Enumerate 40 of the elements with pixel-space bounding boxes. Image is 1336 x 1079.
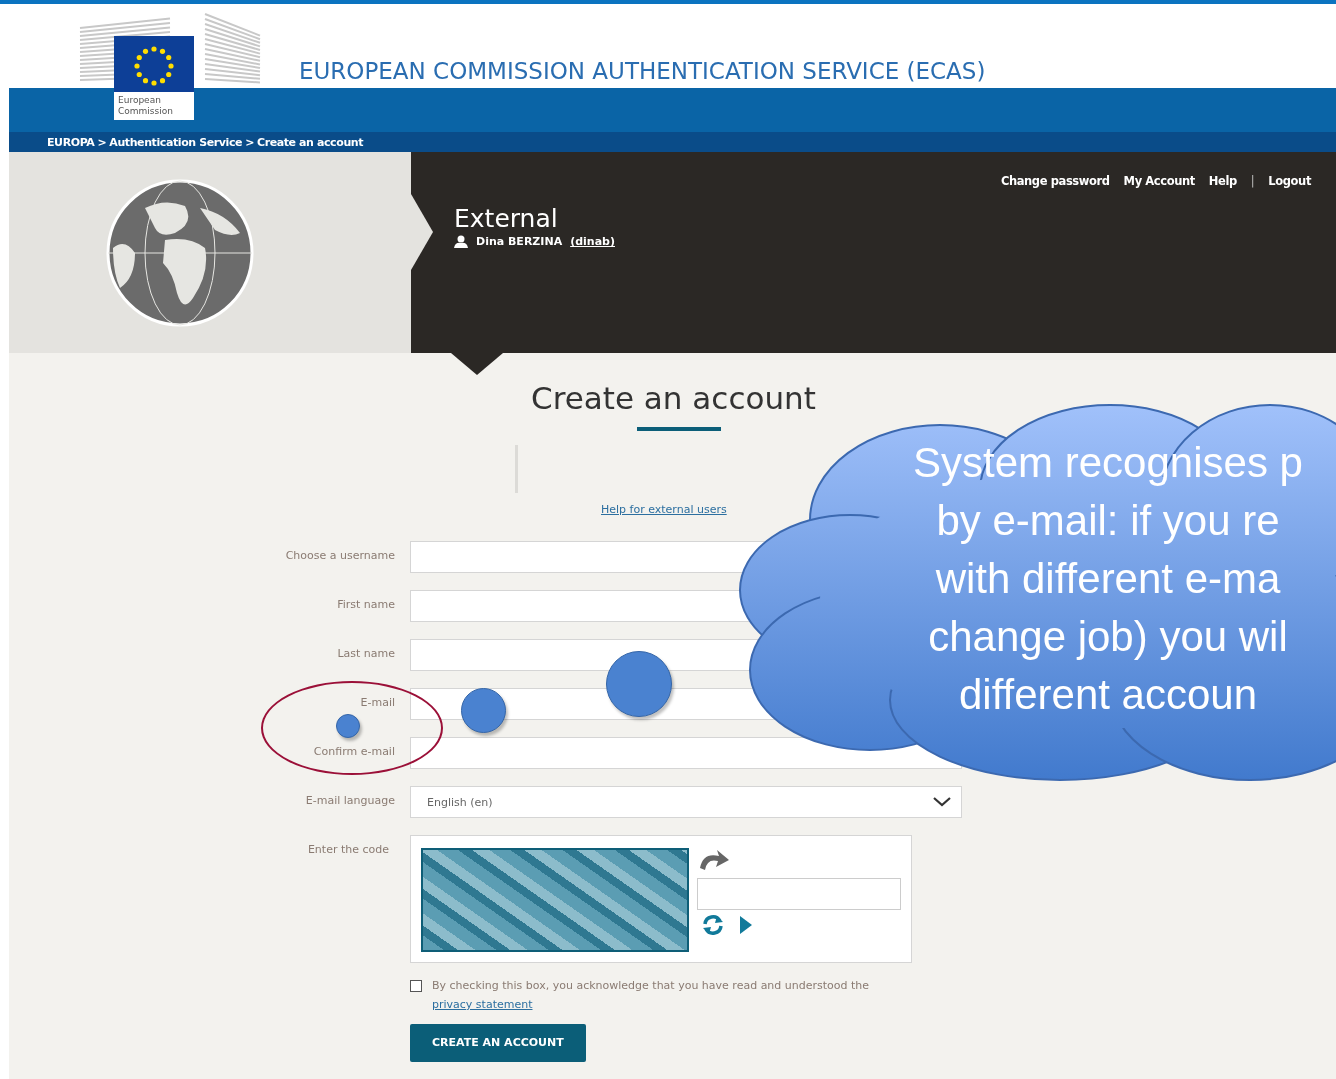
breadcrumb-separator: > [245, 135, 254, 149]
user-menu-link[interactable]: My Account [1123, 174, 1195, 188]
language-dropdown[interactable]: English (en) [410, 786, 962, 818]
breadcrumb-link[interactable]: Authentication Service [109, 135, 243, 149]
field-label: First name [337, 597, 395, 611]
user-id-link[interactable]: (dinab) [570, 235, 615, 248]
globe-icon [105, 177, 255, 328]
field-label: Confirm e-mail [313, 744, 395, 758]
callout-text: different accoun [957, 670, 1259, 720]
privacy-link[interactable]: privacy statement [432, 998, 533, 1011]
logo-text: Commission [118, 106, 174, 117]
user-menu-link[interactable]: Logout [1268, 174, 1311, 188]
refresh-icon[interactable] [701, 914, 725, 936]
user-icon [454, 235, 468, 248]
field-label: Choose a username [285, 548, 395, 562]
form-title: Create an account [531, 379, 816, 417]
user-menu-link[interactable]: Change password [1000, 174, 1110, 188]
help-link[interactable]: Help for external users [601, 503, 727, 517]
field-label: Last name [337, 646, 395, 660]
user-menu-link[interactable]: Help [1208, 174, 1237, 188]
play-icon[interactable] [739, 915, 753, 935]
hero-title: External [454, 204, 559, 233]
callout-text: change job) you wil [927, 612, 1289, 662]
field-label: Enter the code [307, 842, 390, 856]
menu-separator: | [1250, 174, 1255, 188]
field-label: E-mail [360, 695, 395, 709]
create-account-button[interactable]: CREATE AN ACCOUNT [410, 1023, 586, 1062]
user-name: Dina BERZINA [476, 235, 563, 248]
consent-text: By checking this box, you acknowledge that you have read and understood the privacy statement [432, 978, 871, 1013]
consent-checkbox[interactable] [410, 980, 422, 992]
callout-text: by e-mail: if you re [935, 496, 1281, 546]
logo-text: European [118, 95, 162, 106]
site-title: EUROPEAN COMMISSION AUTHENTICATION SERVICE (ECAS) [299, 58, 986, 84]
field-label: E-mail language [305, 793, 395, 807]
chevron-down-icon [933, 797, 951, 807]
breadcrumb-separator: > [97, 135, 107, 149]
breadcrumb-link[interactable]: Create an account [256, 135, 364, 149]
captcha-input[interactable] [697, 878, 901, 910]
breadcrumb-link[interactable]: EUROPA [47, 135, 95, 149]
callout-text: with different e-ma [934, 554, 1282, 604]
